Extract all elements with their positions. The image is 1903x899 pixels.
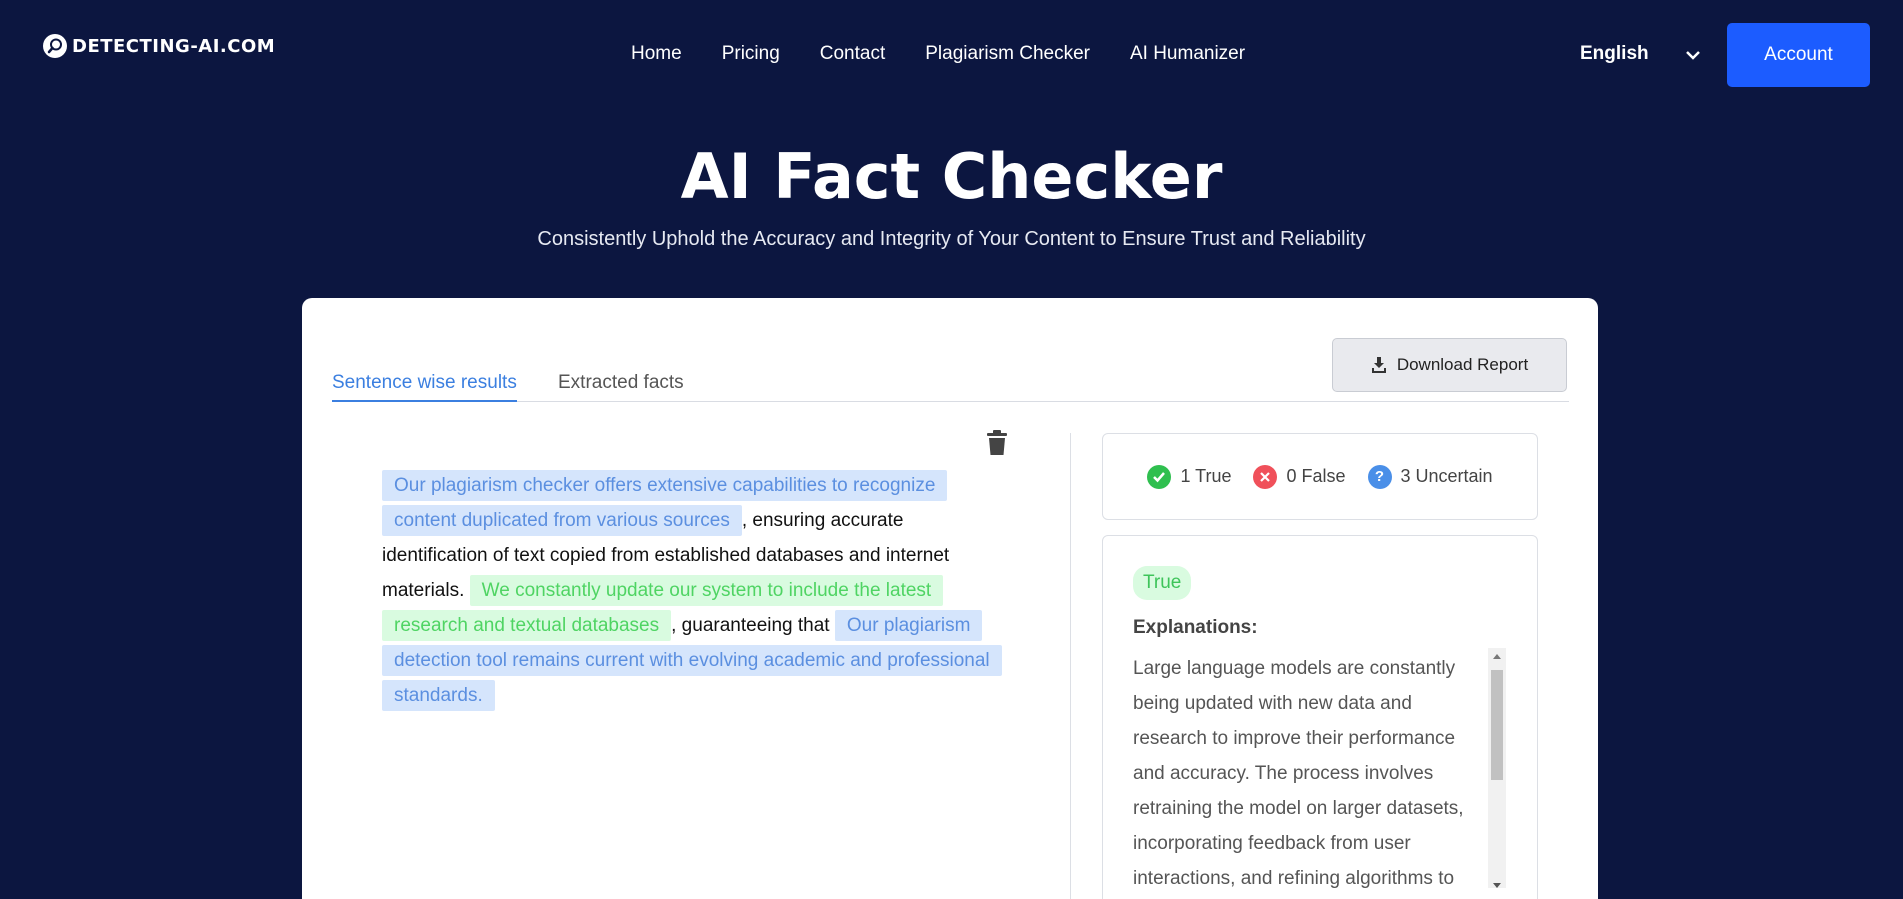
fact-summary: 1 True 0 False ? 3 Uncertain: [1102, 433, 1538, 520]
false-count-label: 0 False: [1286, 466, 1346, 486]
true-count[interactable]: 1 True: [1147, 464, 1232, 489]
download-report-button[interactable]: Download Report: [1332, 338, 1567, 392]
tab-sentence-wise[interactable]: Sentence wise results: [332, 372, 517, 402]
main-nav: Home Pricing Contact Plagiarism Checker …: [631, 43, 1245, 65]
false-count[interactable]: 0 False: [1253, 464, 1346, 489]
verdict-badge: True: [1133, 566, 1192, 600]
sentence-plain: , guaranteeing that: [671, 615, 835, 636]
explanations-heading: Explanations:: [1133, 617, 1258, 638]
explanation-text: Large language models are constantly bei…: [1133, 658, 1464, 889]
magnifier-logo-icon: [43, 34, 67, 58]
tab-extracted-facts[interactable]: Extracted facts: [558, 372, 684, 400]
page-subtitle: Consistently Uphold the Accuracy and Int…: [537, 228, 1366, 250]
question-circle-icon: ?: [1367, 464, 1392, 489]
scroll-thumb[interactable]: [1491, 670, 1503, 780]
scroll-up-arrow-icon[interactable]: [1493, 654, 1501, 659]
uncertain-count-label: 3 Uncertain: [1400, 466, 1493, 486]
uncertain-count[interactable]: ? 3 Uncertain: [1367, 464, 1493, 489]
site-logo[interactable]: DETECTING-AI.COM: [43, 34, 275, 58]
fact-detail-panel: True Explanations: Large language models…: [1102, 535, 1538, 899]
check-circle-icon: [1147, 464, 1172, 489]
nav-contact[interactable]: Contact: [820, 43, 885, 65]
download-icon: [1371, 357, 1386, 373]
language-selector[interactable]: English: [1580, 43, 1649, 65]
panel-divider: [1070, 433, 1071, 899]
account-button[interactable]: Account: [1727, 23, 1870, 87]
download-report-label: Download Report: [1396, 355, 1529, 374]
logo-text: DETECTING-AI.COM: [72, 35, 276, 57]
analyzed-text: Our plagiarism checker offers extensive …: [382, 468, 1002, 713]
x-circle-icon: [1253, 464, 1278, 489]
nav-pricing[interactable]: Pricing: [722, 43, 780, 65]
nav-home[interactable]: Home: [631, 43, 682, 65]
chevron-down-icon[interactable]: [1684, 46, 1702, 64]
true-count-label: 1 True: [1180, 466, 1232, 486]
scroll-down-arrow-icon[interactable]: [1493, 883, 1501, 888]
trash-icon[interactable]: [986, 430, 1008, 456]
nav-plagiarism-checker[interactable]: Plagiarism Checker: [925, 43, 1090, 65]
page-title: AI Fact Checker: [680, 140, 1223, 213]
explanation-scrollbar[interactable]: [1488, 648, 1506, 888]
results-card: Sentence wise results Extracted facts Do…: [302, 298, 1598, 899]
nav-ai-humanizer[interactable]: AI Humanizer: [1130, 43, 1245, 65]
